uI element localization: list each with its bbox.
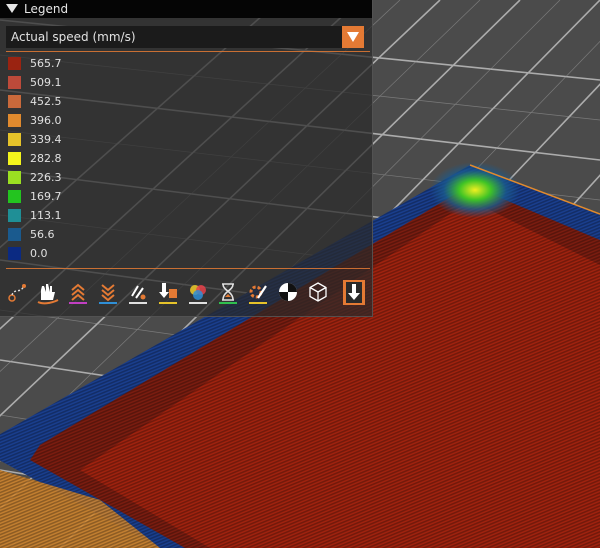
legend-item-label: 56.6: [30, 228, 55, 241]
tool-changes-icon[interactable]: [156, 280, 180, 306]
legend-item-label: 339.4: [30, 133, 62, 146]
legend-toolbar: [6, 280, 368, 308]
legend-panel: Legend Actual speed (mm/s) 565.7 509.1 4…: [0, 0, 373, 317]
legend-item: 113.1: [8, 207, 208, 225]
color-swatch: [8, 57, 21, 70]
legend-item: 56.6: [8, 226, 208, 244]
color-swatch: [8, 228, 21, 241]
shells-icon[interactable]: [306, 280, 330, 306]
seams-icon[interactable]: [126, 280, 150, 306]
legend-item: 339.4: [8, 131, 208, 149]
color-swatch: [8, 209, 21, 222]
separator-bottom: [6, 268, 370, 269]
legend-item-label: 0.0: [30, 247, 48, 260]
color-swatch: [8, 114, 21, 127]
color-changes-icon[interactable]: [186, 280, 210, 306]
view-type-value: Actual speed (mm/s): [11, 30, 136, 44]
legend-item-label: 282.8: [30, 152, 62, 165]
legend-item-label: 169.7: [30, 190, 62, 203]
view-type-select[interactable]: Actual speed (mm/s): [6, 26, 364, 48]
center-of-gravity-icon[interactable]: [276, 280, 300, 306]
legend-item: 565.7: [8, 55, 208, 73]
color-swatch: [8, 152, 21, 165]
collapse-triangle-icon[interactable]: [6, 4, 18, 13]
deretractions-icon[interactable]: [96, 280, 120, 306]
legend-item-label: 396.0: [30, 114, 62, 127]
legend-item: 396.0: [8, 112, 208, 130]
wipe-icon[interactable]: [36, 280, 60, 306]
travel-icon[interactable]: [6, 280, 30, 306]
color-swatch: [8, 190, 21, 203]
color-swatch: [8, 76, 21, 89]
legend-item-label: 113.1: [30, 209, 62, 222]
legend-item: 169.7: [8, 188, 208, 206]
color-swatch: [8, 247, 21, 260]
color-swatch: [8, 133, 21, 146]
legend-item: 0.0: [8, 245, 208, 263]
retractions-icon[interactable]: [66, 280, 90, 306]
legend-header[interactable]: Legend: [0, 0, 372, 18]
legend-item: 226.3: [8, 169, 208, 187]
tool-marker-icon[interactable]: [342, 280, 366, 306]
separator-top: [6, 51, 370, 52]
legend-item-label: 565.7: [30, 57, 62, 70]
color-swatch: [8, 95, 21, 108]
dropdown-arrow-icon[interactable]: [342, 26, 364, 48]
legend-item: 282.8: [8, 150, 208, 168]
legend-item: 509.1: [8, 74, 208, 92]
color-swatch: [8, 171, 21, 184]
pause-prints-icon[interactable]: [216, 280, 240, 306]
custom-gcodes-icon[interactable]: [246, 280, 270, 306]
legend-item: 452.5: [8, 93, 208, 111]
legend-item-label: 509.1: [30, 76, 62, 89]
legend-item-label: 226.3: [30, 171, 62, 184]
legend-item-label: 452.5: [30, 95, 62, 108]
legend-title: Legend: [24, 2, 69, 16]
